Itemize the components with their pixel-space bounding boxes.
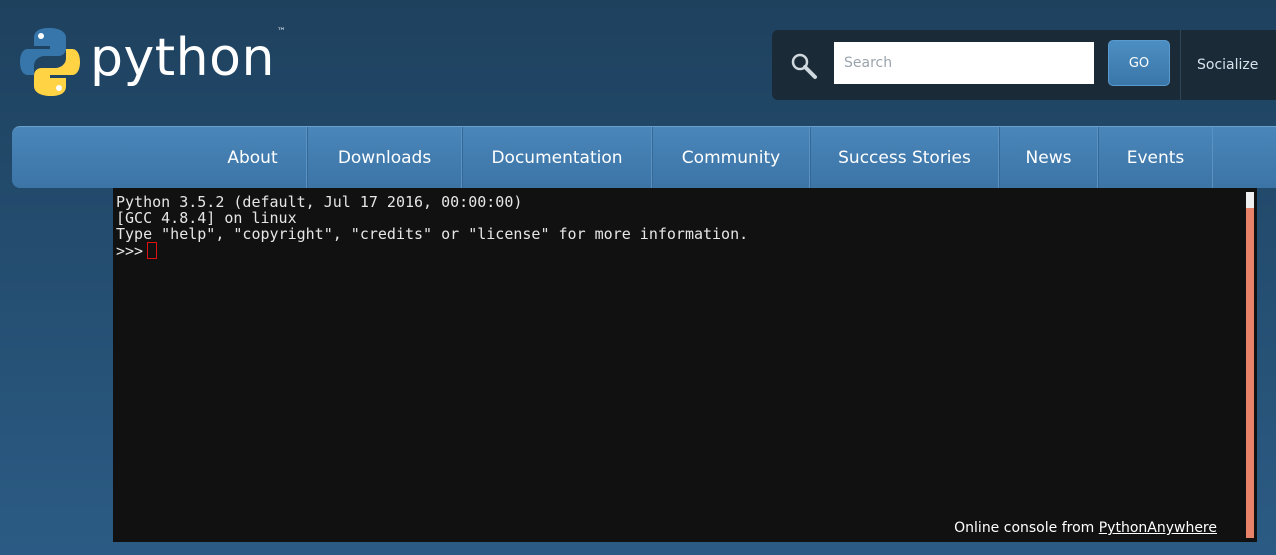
scrollbar-thumb[interactable] xyxy=(1246,192,1254,208)
nav-items: About Downloads Documentation Community … xyxy=(199,127,1213,189)
nav-item-about[interactable]: About xyxy=(199,127,307,189)
console-line: Type "help", "copyright", "credits" or "… xyxy=(116,225,749,243)
nav-item-events[interactable]: Events xyxy=(1098,127,1213,189)
site-header: python ™ GO Socialize xyxy=(0,0,1276,125)
main-navigation: About Downloads Documentation Community … xyxy=(12,126,1276,189)
trademark-symbol: ™ xyxy=(276,27,286,37)
search-icon xyxy=(791,53,817,79)
python-logo[interactable]: python ™ xyxy=(20,22,286,102)
text-cursor[interactable] xyxy=(147,242,158,259)
nav-item-community[interactable]: Community xyxy=(652,127,810,189)
socialize-menu[interactable]: Socialize xyxy=(1180,30,1276,100)
nav-item-news[interactable]: News xyxy=(999,127,1098,189)
go-button[interactable]: GO xyxy=(1108,40,1170,86)
console-prompt: >>> xyxy=(116,242,144,260)
python-logo-icon xyxy=(20,28,80,96)
nav-item-documentation[interactable]: Documentation xyxy=(462,127,652,189)
pythonanywhere-link[interactable]: PythonAnywhere xyxy=(1099,520,1217,536)
python-wordmark: python xyxy=(90,28,275,88)
nav-item-downloads[interactable]: Downloads xyxy=(307,127,462,189)
search-bar: GO xyxy=(772,30,1192,100)
console-output: Python 3.5.2 (default, Jul 17 2016, 00:0… xyxy=(116,194,748,259)
search-input[interactable] xyxy=(834,42,1094,84)
console-credit: Online console from PythonAnywhere xyxy=(954,520,1217,536)
console-credit-text: Online console from xyxy=(954,520,1099,536)
nav-item-success-stories[interactable]: Success Stories xyxy=(810,127,999,189)
console-scrollbar[interactable] xyxy=(1246,192,1254,538)
python-console[interactable]: Python 3.5.2 (default, Jul 17 2016, 00:0… xyxy=(113,188,1257,542)
